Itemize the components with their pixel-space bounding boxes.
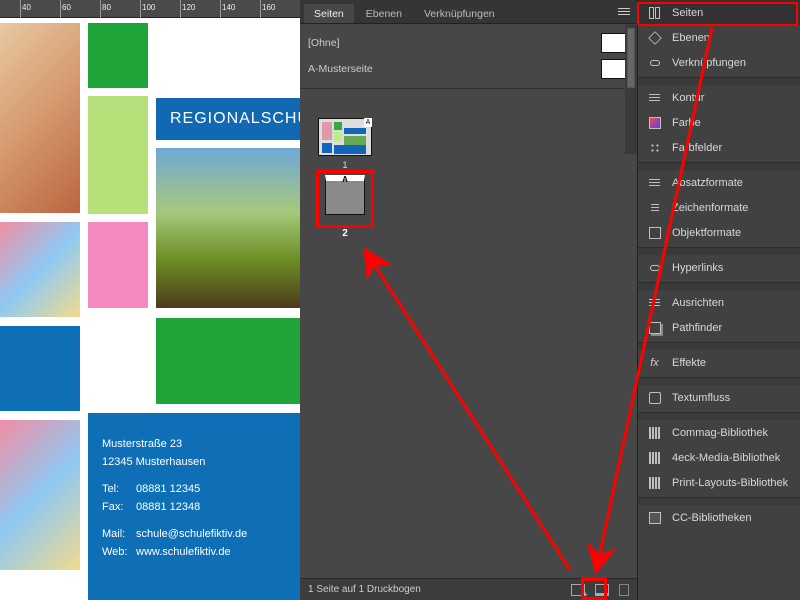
sidebar-item-verknuepfungen[interactable]: Verknüpfungen [638,50,800,75]
masters-section: [Ohne] A-Musterseite [300,24,637,89]
side-panel-list: Seiten Ebenen Verknüpfungen Kontur Farbe… [637,0,800,600]
sidebar-item-objektformate[interactable]: Objektformate [638,220,800,245]
paragraph-styles-icon [646,175,663,190]
pages-icon [646,5,663,20]
sidebar-item-textumfluss[interactable]: Textumfluss [638,385,800,410]
library-icon [646,450,663,465]
color-block-green2 [156,318,300,404]
character-styles-icon [646,200,663,215]
cc-libraries-icon [646,510,663,525]
sidebar-item-pathfinder[interactable]: Pathfinder [638,315,800,340]
page-2-number: 2 [316,228,374,239]
title-text: REGIONALSCHU [170,110,300,128]
sidebar-item-kontur[interactable]: Kontur [638,85,800,110]
page-2-highlight: A [316,170,374,228]
delete-page-button[interactable] [619,584,629,596]
sidebar-item-ebenen[interactable]: Ebenen [638,25,800,50]
image-kids-jump [0,420,80,570]
text-wrap-icon [646,390,663,405]
sidebar-item-absatzformate[interactable]: Absatzformate [638,170,800,195]
sidebar-item-print-layouts-bibliothek[interactable]: Print-Layouts-Bibliothek [638,470,800,495]
contact-city: 12345 Musterhausen [102,454,247,472]
color-icon [646,115,663,130]
masters-scrollbar[interactable] [625,24,637,154]
contact-block: Musterstraße 23 12345 Musterhausen Tel:0… [102,436,247,562]
image-kids-group1 [0,222,80,317]
master-none-label: [Ohne] [308,37,340,49]
sidebar-item-4eck-bibliothek[interactable]: 4eck-Media-Bibliothek [638,445,800,470]
page-1-master-indicator: A [364,118,372,127]
links-icon [646,55,663,70]
contact-street: Musterstraße 23 [102,436,247,454]
tab-verknuepfungen[interactable]: Verknüpfungen [414,4,505,23]
sidebar-item-hyperlinks[interactable]: Hyperlinks [638,255,800,280]
title-banner: REGIONALSCHU [156,98,300,140]
pathfinder-icon [646,320,663,335]
sidebar-item-seiten[interactable]: Seiten [638,0,800,25]
color-block-pink [88,222,148,308]
image-school [156,148,300,308]
pages-panel: Seiten Ebenen Verknüpfungen [Ohne] A-Mus… [300,0,637,600]
page-2-thumb[interactable]: A [325,175,365,215]
hyperlinks-icon [646,260,663,275]
color-block-green [88,23,148,88]
page-2-master-indicator: A [342,175,348,184]
panel-menu-button[interactable] [615,2,633,20]
tab-ebenen[interactable]: Ebenen [356,4,412,23]
stroke-icon [646,90,663,105]
new-page-highlight [581,578,607,600]
master-none-row[interactable]: [Ohne] [308,30,629,56]
document-canvas[interactable]: REGIONALSCHU Musterstraße 23 12345 Muste… [0,18,300,600]
effects-icon: fx [646,355,663,370]
sidebar-item-farbe[interactable]: Farbe [638,110,800,135]
sidebar-item-farbfelder[interactable]: Farbfelder [638,135,800,160]
image-child [0,23,80,213]
sidebar-item-ausrichten[interactable]: Ausrichten [638,290,800,315]
library-icon [646,425,663,440]
sidebar-item-commag-bibliothek[interactable]: Commag-Bibliothek [638,420,800,445]
object-styles-icon [646,225,663,240]
color-block-blue [0,326,80,411]
align-icon [646,295,663,310]
master-a-label: A-Musterseite [308,63,373,75]
swatches-icon [646,140,663,155]
sidebar-item-effekte[interactable]: fx Effekte [638,350,800,375]
sidebar-item-zeichenformate[interactable]: Zeichenformate [638,195,800,220]
color-block-white [88,318,148,404]
panel-tabs: Seiten Ebenen Verknüpfungen [300,0,637,24]
layers-icon [646,30,663,45]
sidebar-item-cc-bibliotheken[interactable]: CC-Bibliotheken [638,505,800,530]
tab-seiten[interactable]: Seiten [304,4,354,23]
page-1-number: 1 [318,160,372,170]
master-a-row[interactable]: A-Musterseite [308,56,629,82]
status-text: 1 Seite auf 1 Druckbogen [308,584,421,595]
page-1-thumb[interactable]: A [318,118,372,156]
library-icon [646,475,663,490]
horizontal-ruler: 40 60 80 100 120 140 160 [0,0,300,18]
color-block-lightgreen [88,96,148,214]
